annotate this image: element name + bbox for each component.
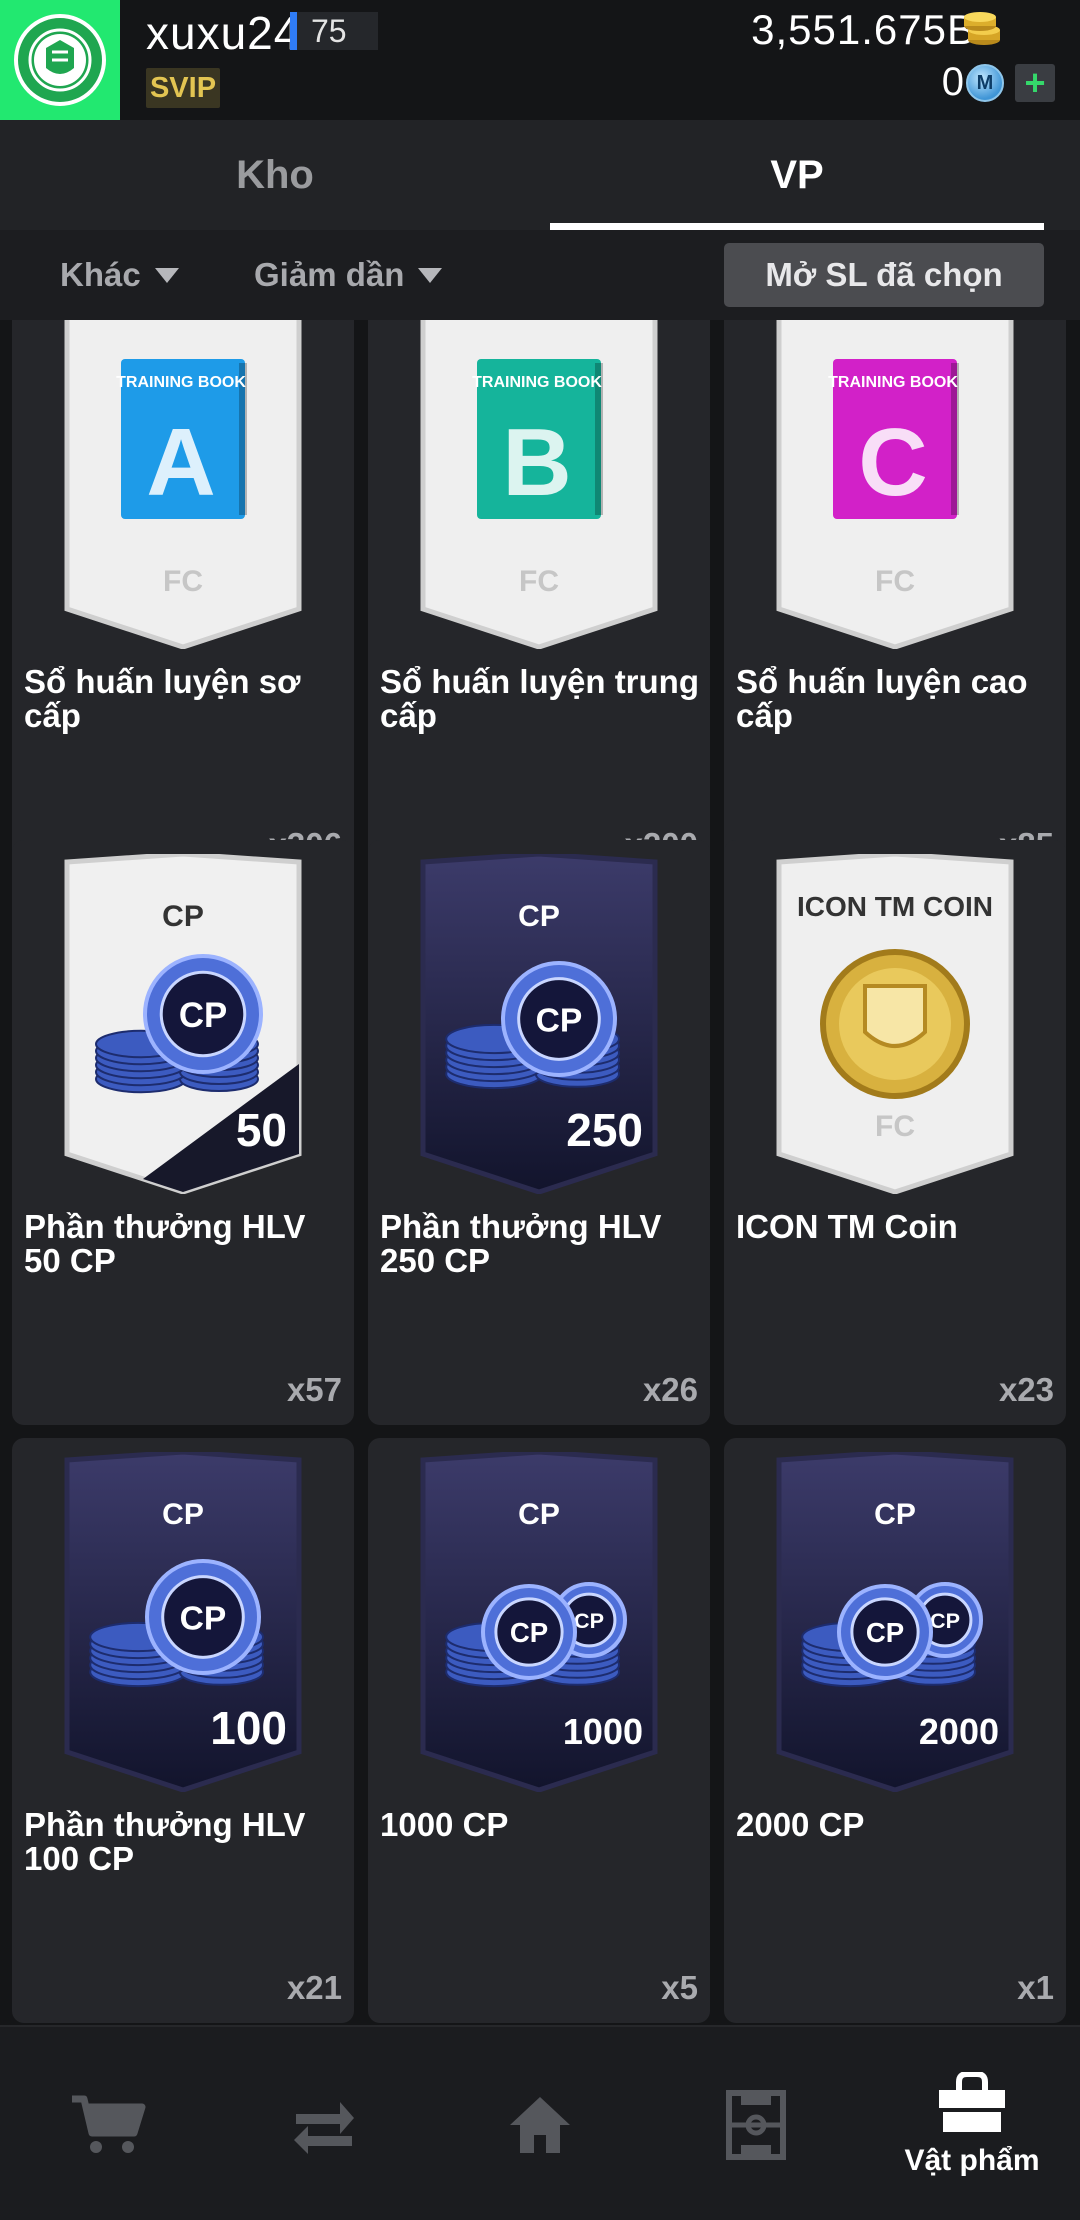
club-logo[interactable]: [0, 0, 120, 120]
svg-text:FC: FC: [163, 565, 203, 598]
tab-bar: Kho VP: [0, 120, 1080, 230]
item-name: 2000 CP: [736, 1806, 865, 1843]
svg-text:CP: CP: [536, 1002, 583, 1039]
item-name: Sổ huấn luyện trung cấp: [380, 663, 699, 734]
item-card[interactable]: TRAINING BOOKAFCSổ huấn luyện sơ cấpx306: [12, 320, 354, 880]
home-icon: [510, 2096, 570, 2153]
level-bar: [290, 12, 297, 50]
mp-balance: 0: [941, 60, 964, 104]
svg-text:FC: FC: [875, 565, 915, 598]
svg-text:CP: CP: [930, 1608, 960, 1633]
item-card[interactable]: TRAINING BOOKCFCSổ huấn luyện cao cấpx85: [724, 320, 1066, 880]
club-crest-icon: [14, 14, 106, 106]
item-card[interactable]: CP CP CP 1000 1000 CP x5: [368, 1438, 710, 2023]
svg-text:FC: FC: [875, 1110, 915, 1143]
add-currency-button[interactable]: +: [1015, 62, 1055, 103]
item-quantity: x26: [642, 1371, 698, 1408]
caret-down-icon: [154, 267, 179, 283]
open-selected-button[interactable]: Mở SL đã chọn: [724, 243, 1044, 307]
item-image: CP CP 100: [63, 1449, 303, 1793]
squad-icon: [726, 2089, 786, 2160]
item-card[interactable]: TRAINING BOOKBFCSổ huấn luyện trung cấpx…: [368, 320, 710, 880]
level-number: 75: [311, 12, 347, 49]
item-name: Sổ huấn luyện cao cấp: [736, 663, 1028, 734]
nav-squad[interactable]: [648, 2027, 864, 2220]
svg-text:B: B: [502, 409, 571, 516]
item-quantity: x23: [998, 1371, 1054, 1408]
svg-text:FC: FC: [519, 565, 559, 598]
nav-items-label: Vật phẩm: [904, 2143, 1040, 2177]
tab-kho[interactable]: Kho: [0, 120, 550, 230]
caret-down-icon: [418, 267, 443, 283]
svg-text:CP: CP: [180, 1600, 227, 1637]
cart-icon: [72, 2095, 146, 2153]
category-dropdown-label: Khác: [60, 256, 141, 293]
item-card[interactable]: CP CP 50 Phần thưởng HLV 50 CP x57: [12, 840, 354, 1425]
item-card[interactable]: CP CP 100 Phần thưởng HLV 100 CP x21: [12, 1438, 354, 2023]
item-card[interactable]: ICON TM COIN FC ICON TM Coin x23: [724, 840, 1066, 1425]
nav-items[interactable]: Vật phẩm: [864, 2027, 1080, 2220]
item-name: 1000 CP: [380, 1806, 509, 1843]
level-badge: 75: [290, 12, 378, 50]
item-name: ICON TM Coin: [736, 1208, 958, 1245]
top-header: xuxu24 75 SVIP 3,551.675B 0 M +: [0, 0, 1080, 120]
nav-transfer[interactable]: [216, 2027, 432, 2220]
username: xuxu24: [146, 7, 301, 59]
item-quantity: x5: [661, 1969, 698, 2006]
item-grid: TRAINING BOOKAFCSổ huấn luyện sơ cấpx306…: [0, 320, 1080, 2025]
bottom-nav: Vật phẩm: [0, 2025, 1080, 2220]
svg-text:TRAINING BOOK: TRAINING BOOK: [472, 374, 602, 391]
item-quantity: x57: [286, 1371, 342, 1408]
svg-text:CP: CP: [179, 996, 227, 1035]
svg-text:100: 100: [210, 1702, 287, 1754]
coins-stack-icon: [964, 12, 1000, 45]
item-image: TRAINING BOOK A FC: [63, 320, 303, 650]
svg-text:CP: CP: [510, 1617, 548, 1648]
svg-text:C: C: [858, 409, 927, 516]
svg-text:1000: 1000: [563, 1711, 643, 1752]
svg-text:CP: CP: [518, 900, 560, 933]
svg-text:ICON TM COIN: ICON TM COIN: [797, 891, 993, 922]
svg-text:CP: CP: [162, 900, 204, 933]
item-name: Phần thưởng HLV 250 CP: [380, 1208, 662, 1279]
svg-text:CP: CP: [574, 1608, 604, 1633]
svg-text:250: 250: [566, 1104, 643, 1156]
svg-text:2000: 2000: [919, 1711, 999, 1752]
item-image: CP CP CP 2000: [775, 1449, 1015, 1793]
active-tab-indicator: [550, 223, 1044, 230]
svg-text:CP: CP: [874, 1498, 916, 1531]
nav-shop[interactable]: [0, 2027, 216, 2220]
transfer-icon: [294, 2101, 354, 2154]
item-card[interactable]: CP CP CP 2000 2000 CP x1: [724, 1438, 1066, 2023]
sort-dropdown[interactable]: Giảm dần: [254, 230, 443, 320]
bag-icon: [939, 2071, 1005, 2132]
item-name: Phần thưởng HLV 100 CP: [24, 1806, 306, 1877]
vip-badge[interactable]: SVIP: [146, 68, 220, 108]
svg-text:TRAINING BOOK: TRAINING BOOK: [116, 374, 246, 391]
item-quantity: x1: [1017, 1969, 1054, 2006]
svg-text:CP: CP: [866, 1617, 904, 1648]
item-name: Sổ huấn luyện sơ cấp: [24, 663, 301, 734]
item-image: TRAINING BOOK B FC: [419, 320, 659, 650]
coin-balance: 3,551.675B: [751, 6, 976, 53]
item-image: TRAINING BOOK C FC: [775, 320, 1015, 650]
nav-home[interactable]: [432, 2027, 648, 2220]
svg-text:TRAINING BOOK: TRAINING BOOK: [828, 374, 958, 391]
mp-currency-icon: M: [966, 64, 1004, 102]
tab-vp[interactable]: VP: [550, 120, 1044, 230]
item-quantity: x21: [286, 1969, 342, 2006]
svg-text:50: 50: [236, 1104, 287, 1156]
svg-text:CP: CP: [162, 1498, 204, 1531]
category-dropdown[interactable]: Khác: [60, 230, 179, 320]
item-image: CP CP CP 1000: [419, 1449, 659, 1793]
svg-text:A: A: [146, 409, 215, 516]
filter-bar: Khác Giảm dần Mở SL đã chọn: [0, 230, 1080, 320]
item-image: ICON TM COIN FC: [775, 851, 1015, 1195]
item-image: CP CP 50: [63, 851, 303, 1195]
item-image: CP CP 250: [419, 851, 659, 1195]
svg-text:CP: CP: [518, 1498, 560, 1531]
item-card[interactable]: CP CP 250 Phần thưởng HLV 250 CP x26: [368, 840, 710, 1425]
sort-dropdown-label: Giảm dần: [254, 256, 405, 293]
item-name: Phần thưởng HLV 50 CP: [24, 1208, 306, 1279]
